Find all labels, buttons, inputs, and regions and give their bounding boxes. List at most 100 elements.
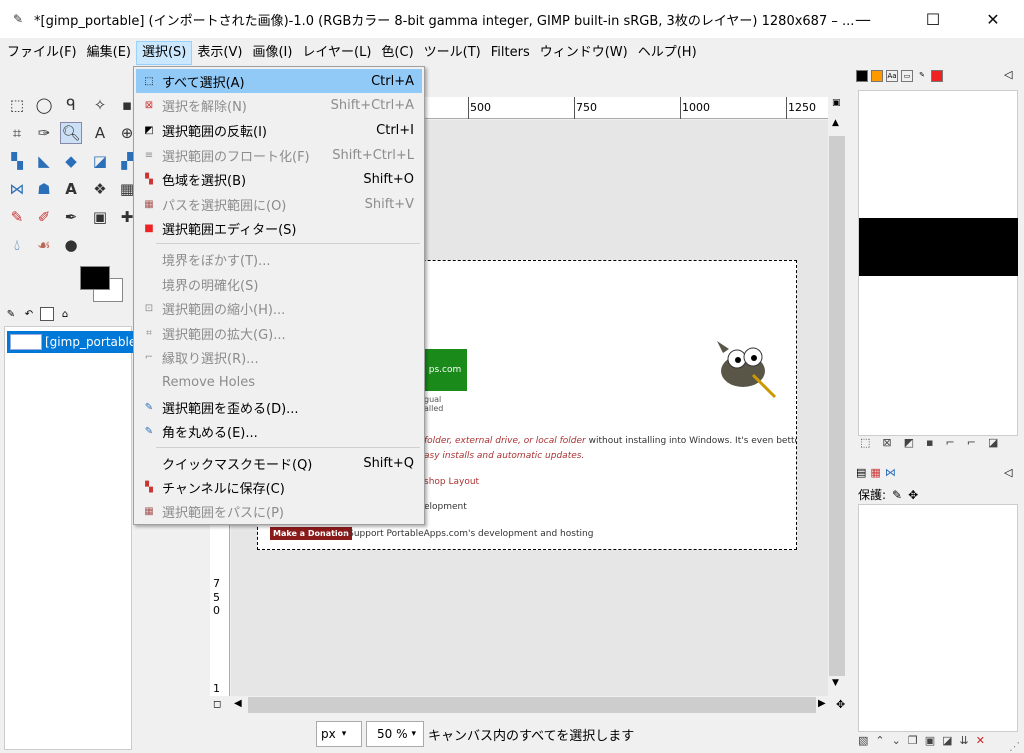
rect-select-tool-icon[interactable]: ⬚ <box>6 94 28 116</box>
menu-item-select-none[interactable]: ⊠ 選択を解除(N) Shift+Ctrl+A <box>136 93 422 117</box>
quick-mask-toggle-icon[interactable]: ◻ <box>213 699 221 710</box>
foreground-select-tool-icon[interactable]: ❖ <box>89 178 111 200</box>
color-tab-icon[interactable] <box>931 70 943 82</box>
tool-options-tab-icon[interactable]: ✎ <box>4 307 18 321</box>
color-picker-tool-icon[interactable]: ✑ <box>33 122 55 144</box>
save-to-channel-icon[interactable]: ▪ <box>926 436 933 449</box>
duplicate-icon[interactable]: ❐ <box>908 734 918 747</box>
menu-item-rounded-rect[interactable]: ✎ 角を丸める(E)... <box>136 419 422 443</box>
images-tab-icon[interactable] <box>40 307 54 321</box>
foreground-color-swatch[interactable] <box>80 266 110 290</box>
select-none-icon[interactable]: ⊠ <box>882 436 891 449</box>
select-all-icon[interactable]: ⬚ <box>860 436 870 449</box>
lock-pixels-icon[interactable]: ✎ <box>892 488 902 502</box>
menu-select[interactable]: 選択(S) <box>135 41 193 65</box>
menu-item-shrink[interactable]: ⊡ 選択範囲の縮小(H)... <box>136 296 422 320</box>
scroll-down-icon[interactable]: ▼ <box>832 678 839 688</box>
new-layer-icon[interactable]: ▧ <box>858 734 868 747</box>
bucket-fill-tool-icon[interactable]: ☗ <box>33 178 55 200</box>
menu-view[interactable]: 表示(V) <box>192 41 247 65</box>
menu-item-border[interactable]: ⌐ 縁取り選択(R)... <box>136 345 422 369</box>
smudge-tool-icon[interactable]: ☙ <box>33 234 55 256</box>
menu-edit[interactable]: 編集(E) <box>82 41 136 65</box>
minimize-button[interactable]: — <box>840 0 886 38</box>
scroll-right-icon[interactable]: ▶ <box>818 698 826 709</box>
free-select-tool-icon[interactable]: ᑫ <box>60 94 82 116</box>
menu-item-distort[interactable]: ✎ 選択範囲を歪める(D)... <box>136 395 422 419</box>
menu-item-float[interactable]: ≡ 選択範囲のフロート化(F) Shift+Ctrl+L <box>136 143 422 167</box>
navigate-button-icon[interactable]: ▣ <box>832 98 841 108</box>
menu-item-quick-mask[interactable]: クイックマスクモード(Q) Shift+Q <box>136 451 422 475</box>
layers-tab-icon[interactable]: ▤ <box>856 466 866 479</box>
zoom-tool-icon[interactable]: 🔍︎ <box>60 122 82 144</box>
menu-item-remove-holes[interactable]: Remove Holes <box>136 370 422 394</box>
navigate-icon[interactable]: ✥ <box>836 698 845 711</box>
device-status-tab-icon[interactable]: ⌂ <box>58 307 72 321</box>
cage-tool-icon[interactable]: ◪ <box>89 150 111 172</box>
scroll-left-icon[interactable]: ◀ <box>234 698 242 709</box>
palette-tab-icon[interactable] <box>871 70 883 82</box>
menu-file[interactable]: ファイル(F) <box>2 41 82 65</box>
pencil-tool-icon[interactable]: ✎ <box>6 206 28 228</box>
raise-icon[interactable]: ⌃ <box>875 734 884 747</box>
zoom-select[interactable]: 50 % ▾ <box>366 721 424 747</box>
warp-tool-icon[interactable]: ◣ <box>33 150 55 172</box>
paths-tool-icon[interactable]: ⋈ <box>6 178 28 200</box>
menu-item-selection-editor[interactable]: ■ 選択範囲エディター(S) <box>136 216 422 240</box>
measure-tool-icon[interactable]: A <box>89 122 111 144</box>
perspective-tool-icon[interactable]: ◆ <box>60 150 82 172</box>
lock-position-icon[interactable]: ✥ <box>908 488 918 502</box>
menu-item-invert[interactable]: ◩ 選択範囲の反転(I) Ctrl+I <box>136 118 422 142</box>
ellipse-select-tool-icon[interactable]: ◯ <box>33 94 55 116</box>
horizontal-scroll-thumb[interactable] <box>248 697 816 713</box>
fonts-tab-icon[interactable]: Aa <box>886 70 898 82</box>
menu-item-feather[interactable]: 境界をぼかす(T)... <box>136 247 422 271</box>
unit-select[interactable]: px ▾ <box>316 721 362 747</box>
dodge-burn-tool-icon[interactable]: ● <box>60 234 82 256</box>
dock-menu-icon[interactable]: ◁ <box>1004 466 1012 479</box>
scroll-up-icon[interactable]: ▲ <box>832 118 839 128</box>
menu-windows[interactable]: ウィンドウ(W) <box>535 41 633 65</box>
blur-tool-icon[interactable]: 💧︎ <box>6 234 28 256</box>
anchor-icon[interactable]: ▣ <box>925 734 935 747</box>
stroke-icon[interactable]: ⌐ <box>967 436 976 449</box>
crop-tool-icon[interactable]: ⌗ <box>6 122 28 144</box>
clone-tool-icon[interactable]: ▣ <box>89 206 111 228</box>
undo-history-tab-icon[interactable]: ↶ <box>22 307 36 321</box>
transform-tool-icon[interactable]: ▚ <box>6 150 28 172</box>
fg-bg-tab-icon[interactable] <box>856 70 868 82</box>
merge-icon[interactable]: ⇊ <box>960 734 969 747</box>
menu-layer[interactable]: レイヤー(L) <box>297 41 376 65</box>
menu-image[interactable]: 画像(I) <box>247 41 297 65</box>
resize-grip-icon[interactable]: ⋰ <box>1009 740 1020 753</box>
paths-tab-icon[interactable]: ⋈ <box>885 466 896 479</box>
menu-item-sharpen[interactable]: 境界の明確化(S) <box>136 272 422 296</box>
to-path-icon[interactable]: ⌐ <box>946 436 955 449</box>
ink-tool-icon[interactable]: ✒ <box>60 206 82 228</box>
channels-tab-icon[interactable]: ▦ <box>870 466 880 479</box>
airbrush-tool-icon[interactable]: ✐ <box>33 206 55 228</box>
menu-help[interactable]: ヘルプ(H) <box>633 41 702 65</box>
dock-menu-icon[interactable]: ◁ <box>1004 68 1012 81</box>
stroke-path-icon[interactable]: ◪ <box>988 436 998 449</box>
vertical-scroll-thumb[interactable] <box>829 136 845 676</box>
menu-item-from-path[interactable]: ▦ パスを選択範囲に(O) Shift+V <box>136 192 422 216</box>
text-tool-icon[interactable]: A <box>60 178 82 200</box>
mask-icon[interactable]: ◪ <box>942 734 952 747</box>
menu-filters[interactable]: Filters <box>486 41 535 65</box>
invert-icon[interactable]: ◩ <box>904 436 914 449</box>
menu-item-by-color[interactable]: ▚ 色域を選択(B) Shift+O <box>136 167 422 191</box>
menu-item-save-to-channel[interactable]: ▚ チャンネルに保存(C) <box>136 475 422 499</box>
menu-item-select-all[interactable]: ⬚ すべて選択(A) Ctrl+A <box>136 69 422 93</box>
paint-tab-icon[interactable]: ✎ <box>916 70 928 82</box>
brushes-tab-icon[interactable]: ▭ <box>901 70 913 82</box>
delete-icon[interactable]: ✕ <box>976 734 985 747</box>
lower-icon[interactable]: ⌄ <box>892 734 901 747</box>
fuzzy-select-tool-icon[interactable]: ✧ <box>89 94 111 116</box>
close-button[interactable]: ✕ <box>970 0 1016 38</box>
maximize-button[interactable]: ☐ <box>910 0 956 38</box>
menu-item-grow[interactable]: ⌗ 選択範囲の拡大(G)... <box>136 321 422 345</box>
menu-colors[interactable]: 色(C) <box>376 41 418 65</box>
menu-item-to-path[interactable]: ▦ 選択範囲をパスに(P) <box>136 499 422 523</box>
menu-tools[interactable]: ツール(T) <box>419 41 486 65</box>
